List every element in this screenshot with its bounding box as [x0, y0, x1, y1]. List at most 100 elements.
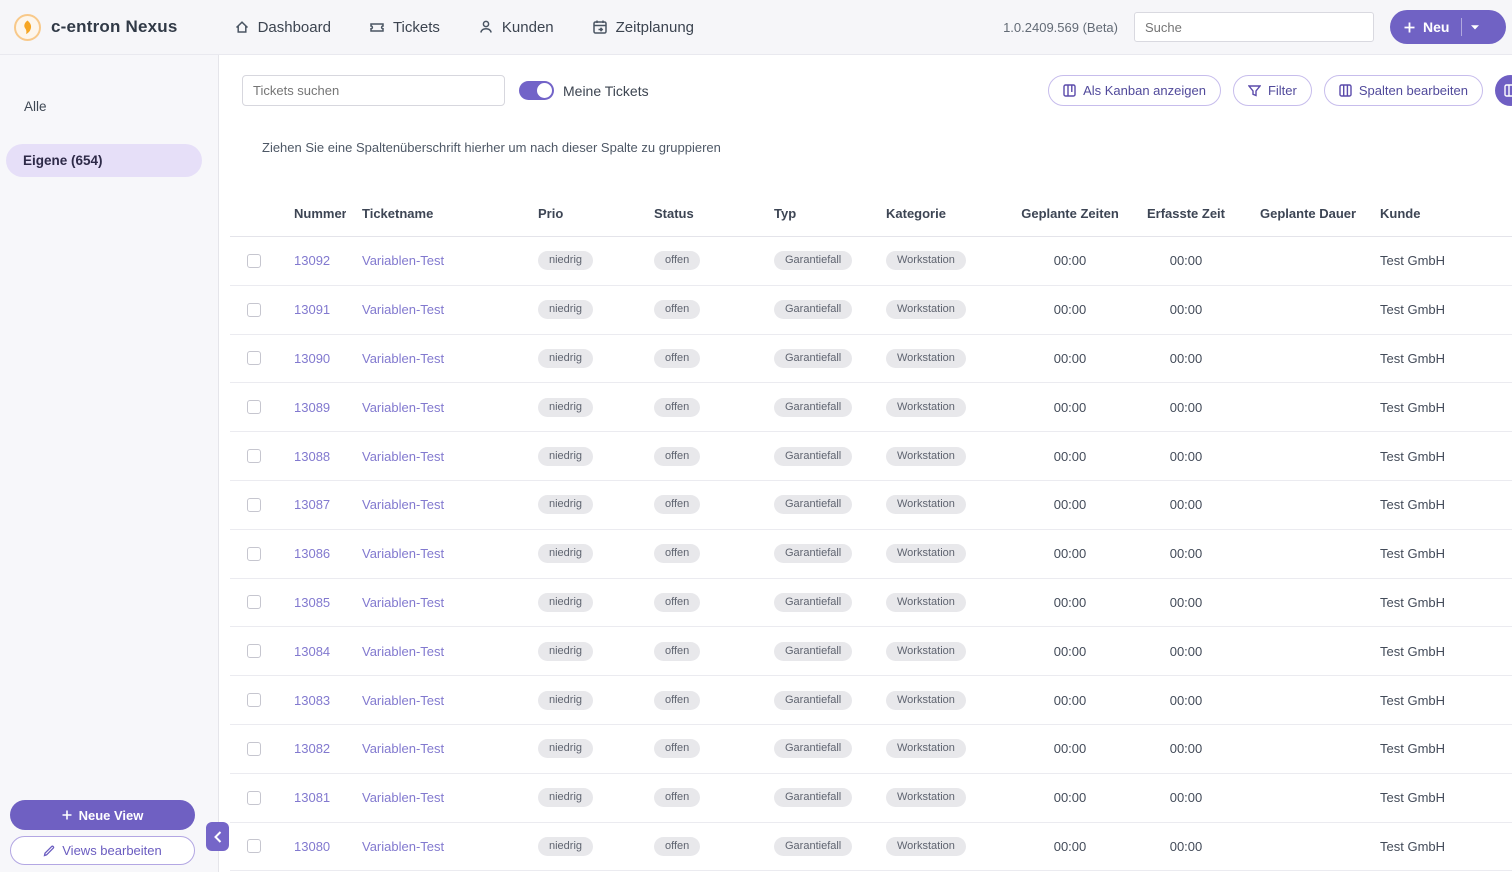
typ-badge: Garantiefall [774, 642, 852, 661]
edit-columns-button[interactable]: Spalten bearbeiten [1324, 75, 1483, 106]
kategorie-badge: Workstation [886, 300, 966, 319]
row-checkbox[interactable] [247, 693, 261, 707]
table-row[interactable]: 13090 Variablen-Test niedrig offen Garan… [230, 335, 1512, 384]
ticket-number-link[interactable]: 13082 [294, 741, 330, 756]
table-row[interactable]: 13085 Variablen-Test niedrig offen Garan… [230, 579, 1512, 628]
row-checkbox[interactable] [247, 839, 261, 853]
nav-dashboard[interactable]: Dashboard [234, 19, 331, 36]
typ-badge: Garantiefall [774, 495, 852, 514]
ticket-name-link[interactable]: Variablen-Test [362, 497, 444, 512]
chevron-down-icon[interactable] [1470, 24, 1480, 31]
ticket-name-link[interactable]: Variablen-Test [362, 253, 444, 268]
ticket-number-link[interactable]: 13085 [294, 595, 330, 610]
table-row[interactable]: 13091 Variablen-Test niedrig offen Garan… [230, 286, 1512, 335]
filter-label: Filter [1268, 83, 1297, 98]
nav-kunden[interactable]: Kunden [478, 19, 554, 36]
ticket-name-link[interactable]: Variablen-Test [362, 693, 444, 708]
table-row[interactable]: 13086 Variablen-Test niedrig offen Garan… [230, 530, 1512, 579]
row-checkbox[interactable] [247, 351, 261, 365]
ticket-number-link[interactable]: 13092 [294, 253, 330, 268]
prio-badge: niedrig [538, 691, 593, 710]
more-actions-button[interactable] [1495, 75, 1512, 106]
ticket-number-link[interactable]: 13090 [294, 351, 330, 366]
geplante-zeiten-value: 00:00 [1054, 644, 1087, 659]
column-header-nummer[interactable]: Nummer [278, 206, 346, 221]
row-checkbox[interactable] [247, 791, 261, 805]
column-header-prio[interactable]: Prio [522, 206, 638, 221]
table-row[interactable]: 13080 Variablen-Test niedrig offen Garan… [230, 823, 1512, 872]
ticket-name-link[interactable]: Variablen-Test [362, 595, 444, 610]
sidebar-item-eigene[interactable]: Eigene (654) [6, 144, 202, 177]
ticket-name-link[interactable]: Variablen-Test [362, 400, 444, 415]
view-actions: Als Kanban anzeigen Filter Spalten bearb… [1048, 75, 1512, 106]
kunde-value: Test GmbH [1380, 644, 1445, 659]
row-checkbox[interactable] [247, 595, 261, 609]
table-row[interactable]: 13081 Variablen-Test niedrig offen Garan… [230, 774, 1512, 823]
kategorie-badge: Workstation [886, 837, 966, 856]
column-header-kunde[interactable]: Kunde [1364, 206, 1512, 221]
sidebar-collapse-button[interactable] [206, 822, 229, 851]
filter-button[interactable]: Filter [1233, 75, 1312, 106]
ticket-name-link[interactable]: Variablen-Test [362, 644, 444, 659]
column-header-erfasste-zeit[interactable]: Erfasste Zeit [1128, 206, 1244, 221]
ticket-name-link[interactable]: Variablen-Test [362, 449, 444, 464]
column-header-kategorie[interactable]: Kategorie [870, 206, 1012, 221]
status-badge: offen [654, 300, 700, 319]
row-checkbox[interactable] [247, 498, 261, 512]
nav-tickets[interactable]: Tickets [369, 19, 440, 36]
row-checkbox[interactable] [247, 742, 261, 756]
ticket-number-link[interactable]: 13089 [294, 400, 330, 415]
column-header-typ[interactable]: Typ [758, 206, 870, 221]
table-row[interactable]: 13082 Variablen-Test niedrig offen Garan… [230, 725, 1512, 774]
meine-tickets-toggle[interactable] [519, 81, 554, 100]
row-checkbox[interactable] [247, 400, 261, 414]
row-checkbox[interactable] [247, 449, 261, 463]
ticket-number-link[interactable]: 13091 [294, 302, 330, 317]
row-checkbox[interactable] [247, 644, 261, 658]
ticket-number-link[interactable]: 13087 [294, 497, 330, 512]
ticket-name-link[interactable]: Variablen-Test [362, 546, 444, 561]
ticket-number-link[interactable]: 13081 [294, 790, 330, 805]
edit-views-button[interactable]: Views bearbeiten [10, 836, 195, 865]
kanban-view-button[interactable]: Als Kanban anzeigen [1048, 75, 1221, 106]
ticket-number-link[interactable]: 13084 [294, 644, 330, 659]
column-header-status[interactable]: Status [638, 206, 758, 221]
new-view-button[interactable]: Neue View [10, 800, 195, 830]
table-row[interactable]: 13092 Variablen-Test niedrig offen Garan… [230, 237, 1512, 286]
kunde-value: Test GmbH [1380, 693, 1445, 708]
ticket-name-link[interactable]: Variablen-Test [362, 351, 444, 366]
ticket-number-link[interactable]: 13080 [294, 839, 330, 854]
ticket-name-link[interactable]: Variablen-Test [362, 302, 444, 317]
table-body: 13092 Variablen-Test niedrig offen Garan… [230, 237, 1512, 871]
ticket-number-link[interactable]: 13088 [294, 449, 330, 464]
nav-zeitplanung[interactable]: Zeitplanung [592, 19, 694, 36]
ticket-name-link[interactable]: Variablen-Test [362, 839, 444, 854]
new-button[interactable]: Neu [1390, 10, 1506, 44]
geplante-zeiten-value: 00:00 [1054, 693, 1087, 708]
tickets-search-input[interactable] [242, 75, 505, 106]
sidebar-item-alle[interactable]: Alle [24, 99, 47, 114]
ticket-name-link[interactable]: Variablen-Test [362, 790, 444, 805]
kunde-value: Test GmbH [1380, 449, 1445, 464]
main-content: Meine Tickets Als Kanban anzeigen Filter… [219, 55, 1512, 872]
ticket-number-link[interactable]: 13086 [294, 546, 330, 561]
row-checkbox[interactable] [247, 254, 261, 268]
ticket-icon [369, 19, 385, 35]
column-header-ticketname[interactable]: Ticketname [346, 206, 522, 221]
table-row[interactable]: 13083 Variablen-Test niedrig offen Garan… [230, 676, 1512, 725]
version-label: 1.0.2409.569 (Beta) [1003, 20, 1118, 35]
row-checkbox[interactable] [247, 303, 261, 317]
column-header-geplante-zeiten[interactable]: Geplante Zeiten [1012, 206, 1128, 221]
column-header-geplante-dauer[interactable]: Geplante Dauer [1244, 206, 1364, 221]
global-search-input[interactable] [1134, 12, 1374, 42]
table-row[interactable]: 13084 Variablen-Test niedrig offen Garan… [230, 627, 1512, 676]
ticket-name-link[interactable]: Variablen-Test [362, 741, 444, 756]
row-checkbox[interactable] [247, 547, 261, 561]
table-row[interactable]: 13088 Variablen-Test niedrig offen Garan… [230, 432, 1512, 481]
status-badge: offen [654, 642, 700, 661]
table-row[interactable]: 13089 Variablen-Test niedrig offen Garan… [230, 383, 1512, 432]
kanban-icon [1063, 84, 1076, 97]
table-row[interactable]: 13087 Variablen-Test niedrig offen Garan… [230, 481, 1512, 530]
plus-icon [1404, 22, 1415, 33]
ticket-number-link[interactable]: 13083 [294, 693, 330, 708]
